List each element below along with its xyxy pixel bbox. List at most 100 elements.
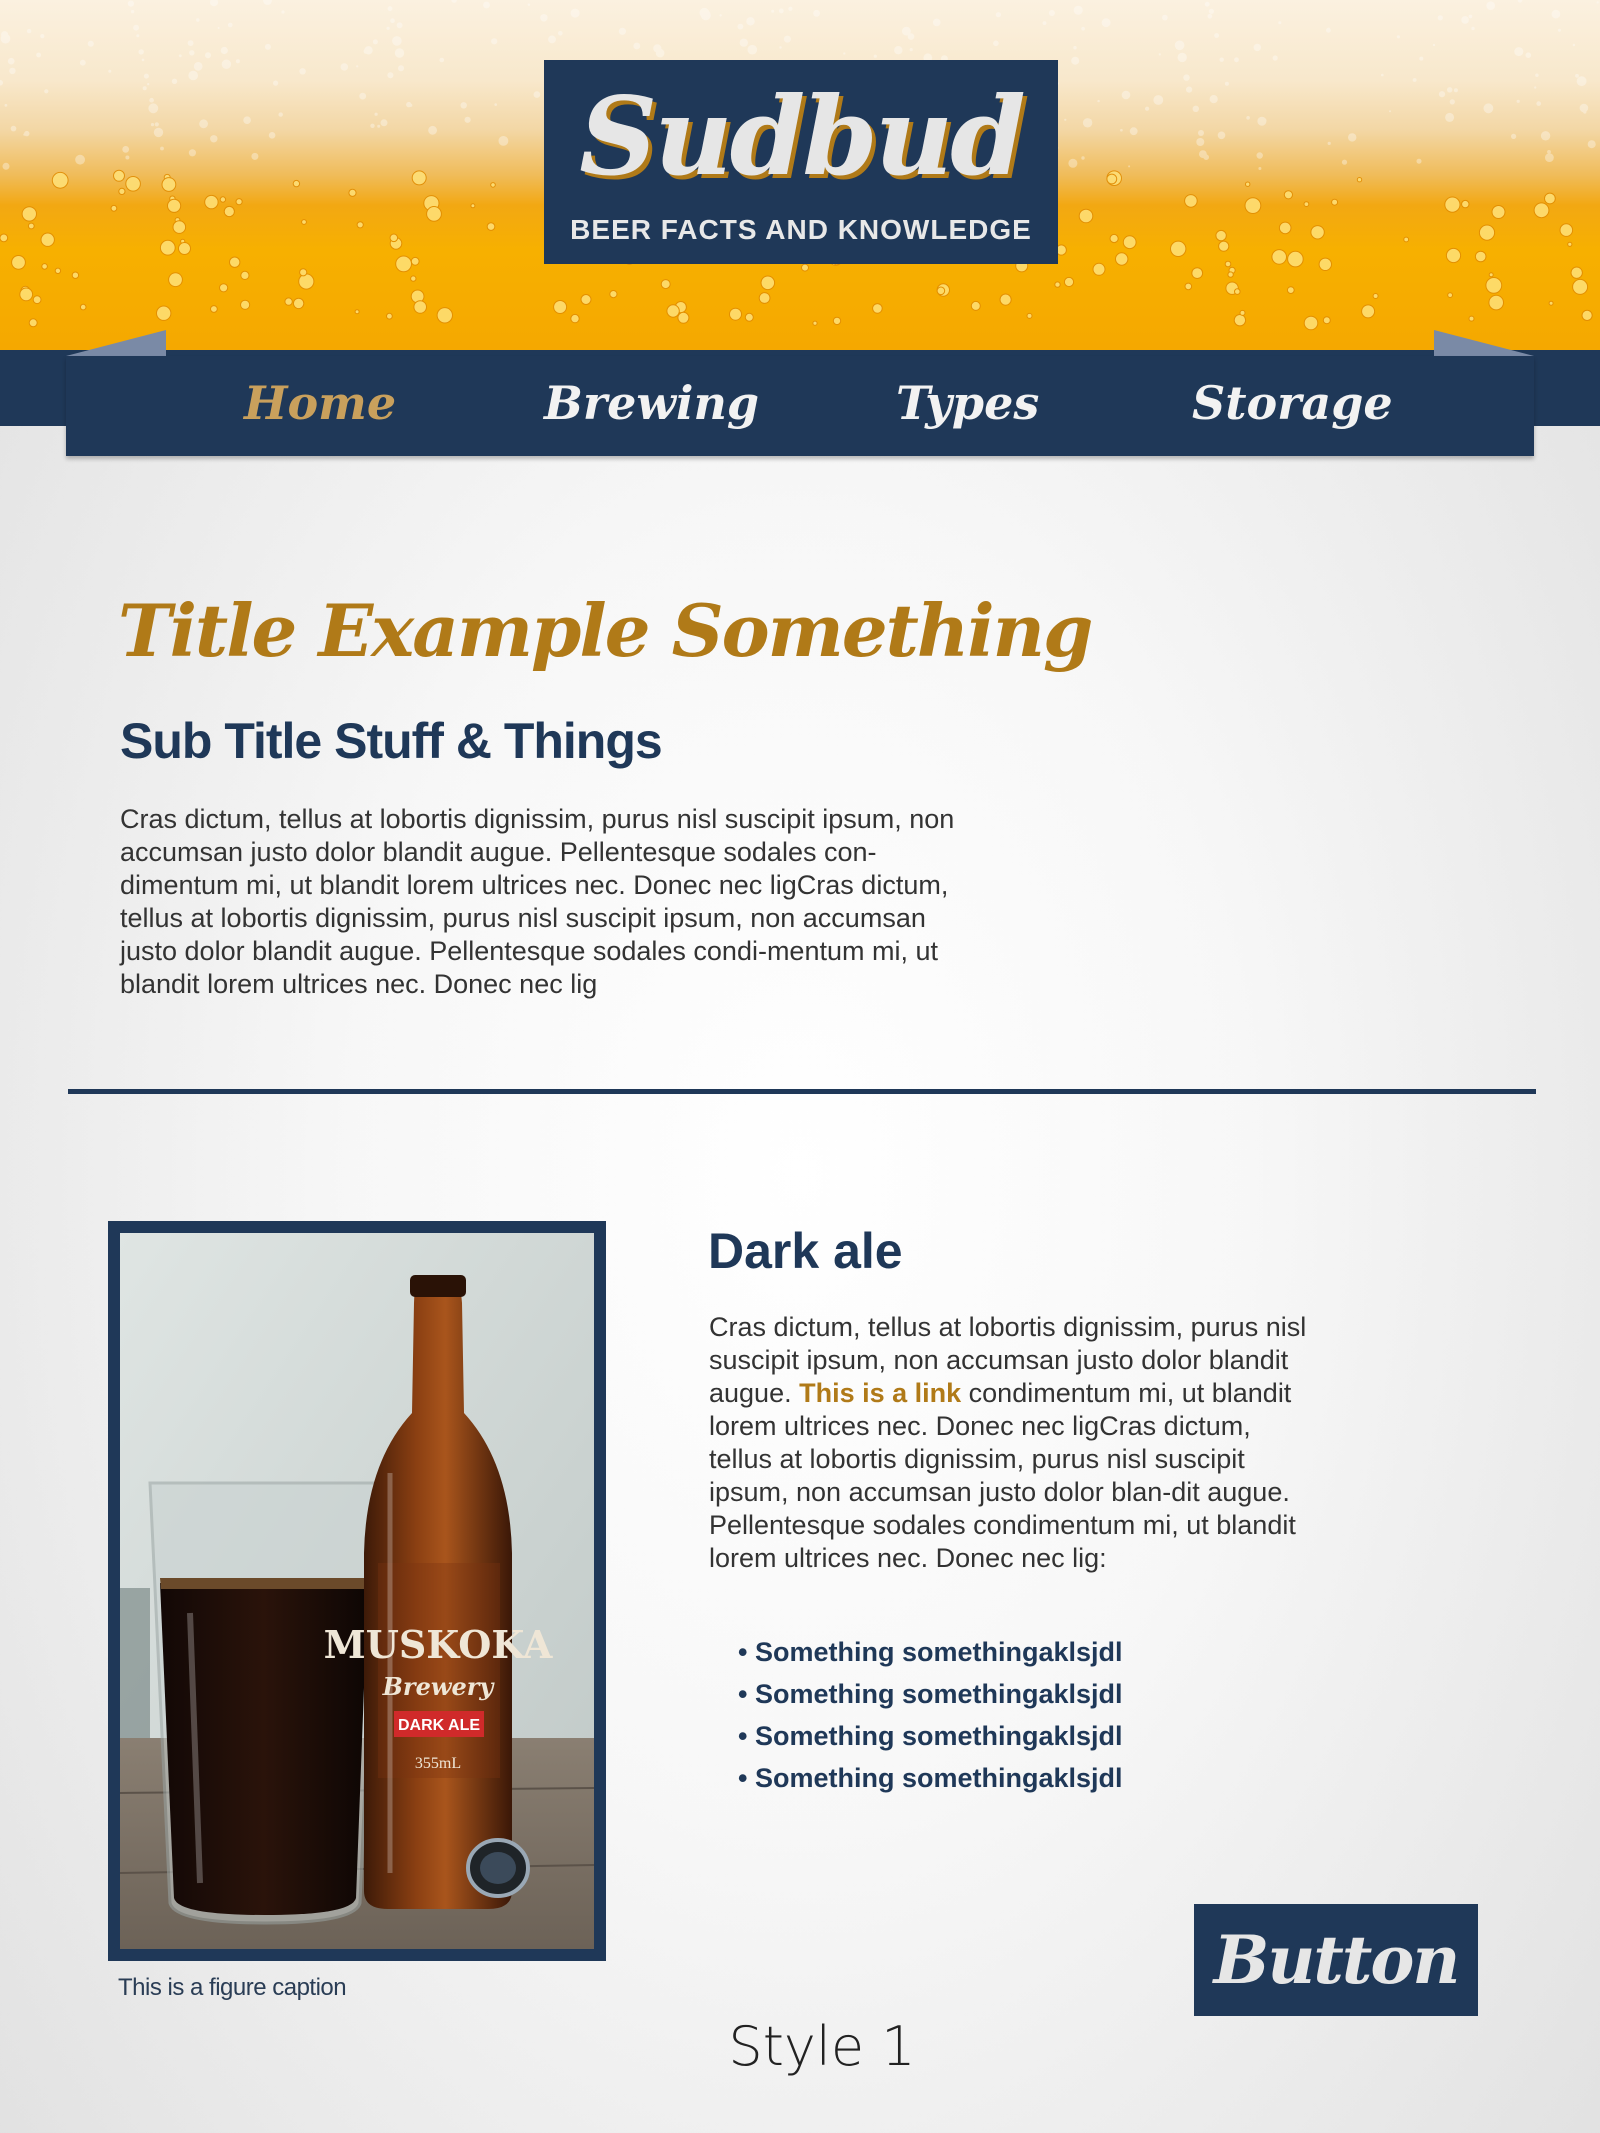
foam-bubble [1468, 14, 1473, 19]
foam-bubble [143, 73, 149, 79]
foam-bubble [1257, 116, 1267, 126]
foam-bubble [1389, 110, 1391, 113]
beer-bubble [240, 299, 251, 310]
style-label: Style 1 [728, 2015, 916, 2078]
foam-bubble [540, 14, 548, 22]
beer-bubble [156, 305, 172, 321]
beer-bubble [113, 169, 125, 182]
list-item: Something somethingaklsjdl [738, 1757, 1123, 1799]
nav-item-storage[interactable]: Storage [1192, 376, 1393, 430]
beer-bubble [1092, 262, 1106, 276]
foam-bubble [533, 91, 541, 98]
nav-item-brewing[interactable]: Brewing [544, 376, 759, 430]
foam-bubble [1447, 87, 1453, 93]
foam-bubble [1081, 156, 1085, 160]
beer-bubble [204, 194, 219, 210]
foam-bubble [1207, 13, 1213, 19]
foam-bubble [149, 97, 154, 103]
foam-bubble [813, 9, 820, 17]
beer-bubble [410, 256, 420, 266]
foam-bubble [133, 24, 140, 31]
beer-bubble [28, 318, 38, 328]
foam-bubble [699, 7, 710, 18]
beer-bubble [223, 205, 235, 218]
foam-bubble [235, 59, 240, 64]
foam-bubble [9, 67, 16, 75]
beer-bubble [744, 312, 754, 322]
foam-bubble [108, 69, 112, 73]
beer-bubble [1361, 304, 1376, 319]
beer-bubble [436, 307, 453, 324]
foam-bubble [909, 48, 913, 52]
beer-bubble [1184, 282, 1193, 291]
beer-bubble [292, 179, 301, 188]
beer-bubble [570, 313, 580, 324]
foam-bubble [655, 48, 665, 58]
foam-bubble [227, 22, 233, 28]
foam-bubble [1326, 27, 1331, 33]
beer-bubble [1303, 201, 1310, 208]
foam-bubble [1068, 158, 1078, 168]
foam-bubble [141, 58, 145, 62]
foam-bubble [1540, 131, 1551, 141]
beer-bubble [1227, 271, 1234, 278]
foam-bubble [1219, 57, 1224, 62]
nav-item-home[interactable]: Home [244, 376, 396, 430]
foam-bubble [1341, 159, 1348, 165]
intro-paragraph: Cras dictum, tellus at lobortis dignissi… [120, 804, 955, 999]
site-logo[interactable]: Sudbud BEER FACTS AND KNOWLEDGE [544, 60, 1058, 264]
article-title: Dark ale [708, 1223, 903, 1279]
foam-bubble [36, 52, 41, 58]
foam-bubble [1042, 21, 1047, 25]
beer-bubble [1026, 312, 1033, 319]
beer-bubble [235, 198, 243, 206]
foam-bubble [281, 10, 285, 14]
inline-link[interactable]: This is a link [799, 1378, 961, 1408]
beer-bubble [79, 303, 87, 311]
beer-bubble [1447, 292, 1453, 299]
foam-bubble [396, 22, 403, 29]
foam-bubble [220, 46, 228, 55]
foam-bubble [153, 127, 164, 138]
beer-bubble [1570, 266, 1583, 279]
foam-bubble [1587, 140, 1596, 149]
foam-bubble [1145, 106, 1150, 111]
list-item: Something somethingaklsjdl [738, 1673, 1123, 1715]
beer-bubble [729, 307, 742, 321]
beer-bubble [0, 233, 9, 243]
beer-bubble [758, 292, 771, 304]
foam-bubble [1486, 1, 1495, 10]
beer-bubble [229, 256, 241, 268]
beer-bubble [1287, 250, 1304, 268]
foam-bubble [1419, 56, 1424, 61]
foam-bubble [340, 63, 348, 71]
foam-bubble [1453, 88, 1458, 93]
foam-bubble [428, 125, 437, 135]
foam-bubble [746, 17, 755, 26]
foam-bubble [392, 36, 402, 46]
foam-bubble [1596, 1, 1599, 4]
foam-bubble [1199, 150, 1207, 159]
foam-bubble [1064, 118, 1067, 121]
nav-item-types[interactable]: Types [896, 376, 1039, 430]
beer-bubble [410, 275, 417, 282]
primary-button[interactable]: Button [1194, 1904, 1478, 2016]
foam-bubble [4, 103, 8, 107]
foam-bubble [527, 3, 531, 6]
foam-bubble [719, 14, 722, 17]
beer-bubble [292, 297, 305, 310]
foam-bubble [739, 38, 748, 47]
foam-bubble [894, 46, 903, 55]
foam-bubble [1511, 133, 1517, 139]
foam-bubble [1534, 86, 1537, 89]
page-subtitle: Sub Title Stuff & Things [120, 713, 663, 769]
foam-bubble [142, 86, 147, 91]
foam-bubble [75, 154, 85, 165]
figure-caption: This is a figure caption [118, 1974, 347, 2001]
foam-bubble [40, 34, 45, 39]
beer-bubble [486, 222, 496, 231]
foam-bubble [188, 149, 196, 157]
foam-bubble [1158, 53, 1161, 56]
foam-bubble [127, 0, 134, 7]
beer-bubble [284, 297, 293, 306]
